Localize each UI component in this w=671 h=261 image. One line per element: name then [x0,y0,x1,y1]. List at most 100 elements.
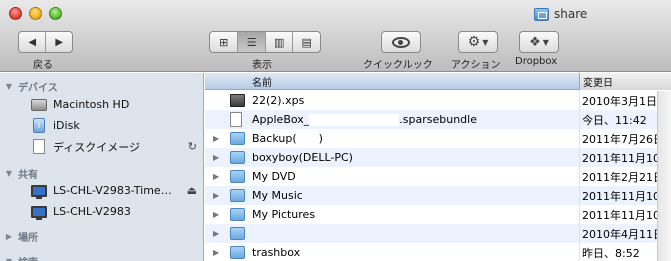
disclosure-closed-icon[interactable]: ▶ [213,172,223,181]
folder-icon [230,208,245,221]
disclosure-closed-icon[interactable]: ▶ [213,191,223,200]
sidebar-section-label: デバイス [18,82,58,94]
gear-icon: ⚙ [467,34,481,50]
chevron-down-icon: ▼ [542,37,549,47]
file-name: trashbox [252,246,301,259]
sidebar-section-shared[interactable]: ▼ 共有 [0,165,38,181]
sidebar-item-disk-image[interactable]: ディスクイメージ ↻ [0,136,203,157]
folder-icon [230,189,245,202]
sidebar-section-label: 検索 [18,254,38,261]
redacted-text [309,114,400,126]
sync-icon[interactable]: ↻ [188,140,197,153]
monitor-icon [31,183,47,199]
folder-icon [230,170,245,183]
sidebar-item-label: Macintosh HD [53,98,130,111]
disclosure-closed-icon[interactable]: ▶ [213,229,223,238]
file-date: 2010年4月11日 [582,227,664,241]
table-row[interactable]: ▶ 2010年4月11日 [205,224,671,243]
disk-image-icon [31,139,47,155]
disclosure-closed-icon[interactable]: ▶ [213,210,223,219]
table-row[interactable]: ▶ Backup() 2011年7月26日 [205,129,671,148]
disclosure-open-icon: ▼ [5,256,13,261]
document-icon [230,94,245,107]
back-arrow-icon: ◀ [28,36,37,48]
column-label: 変更日 [583,78,613,89]
coverflow-view-button[interactable]: ▤ [292,32,320,52]
table-row[interactable]: ▶ My DVD 2011年2月21日 [205,167,671,186]
columns-icon: ▥ [274,35,285,49]
forward-arrow-icon: ▶ [55,36,64,48]
idisk-icon: i [31,118,47,134]
disclosure-open-icon: ▼ [5,168,13,178]
file-name: AppleBox_ .sparsebundle [252,113,477,126]
view-mode-control: ⊞ ☰ ▥ ▤ [209,31,321,53]
folder-icon [230,227,245,240]
column-view-button[interactable]: ▥ [264,32,293,52]
table-row[interactable]: 22(2).xps 2010年3月1日 1 [205,91,671,110]
window-title-text: share [554,7,588,21]
back-button[interactable]: ◀ [19,32,45,52]
icon-view-button[interactable]: ⊞ [210,32,237,52]
sidebar-item-idisk[interactable]: i iDisk [0,115,203,136]
forward-button[interactable]: ▶ [45,32,72,52]
folder-icon [230,132,245,145]
icon-grid-icon: ⊞ [219,35,229,49]
table-row[interactable]: AppleBox_ .sparsebundle 今日、11:42 [205,110,671,129]
table-row[interactable]: ▶ boxyboy(DELL-PC) 2011年11月10日 [205,148,671,167]
dropbox-button[interactable]: ❖ ▼ [519,31,559,53]
sidebar-item-label: LS-CHL-V2983 [53,205,131,218]
hard-drive-icon [31,97,47,113]
quicklook-label: クイックルック [363,60,433,71]
monitor-icon [31,204,47,220]
chevron-down-icon: ▼ [482,37,489,47]
disclosure-closed-icon[interactable]: ▶ [213,153,223,162]
sidebar-item-macintosh-hd[interactable]: Macintosh HD [0,94,203,115]
column-label: 名前 [252,78,272,89]
sidebar-section-search[interactable]: ▼ 検索 [0,253,38,261]
window-toolbar: share ◀ ▶ 戻る ⊞ ☰ ▥ ▤ 表示 クイックルック ⚙ ▼ アクション… [0,0,671,72]
sidebar-section-label: 場所 [18,232,38,244]
date-column-header[interactable]: 変更日 [579,73,671,90]
file-name: boxyboy(DELL-PC) [252,151,353,164]
sidebar-item-label: LS-CHL-V2983-Time… [53,184,172,197]
file-date: 2011年2月21日 [582,170,664,184]
action-button[interactable]: ⚙ ▼ [458,31,498,53]
column-header: 名前 変更日 [205,73,671,90]
sidebar-item-ls-chl-v2983-time[interactable]: LS-CHL-V2983-Time… ⏏ [0,180,203,201]
file-name: My DVD [252,170,296,183]
disclosure-closed-icon[interactable]: ▶ [213,248,223,257]
close-window-button[interactable] [9,7,22,20]
disclosure-closed-icon[interactable]: ▶ [213,134,223,143]
file-name: Backup() [252,132,323,145]
sidebar-section-label: 共有 [18,169,38,181]
file-name: My Pictures [252,208,316,221]
sidebar-item-label: ディスクイメージ [53,140,141,154]
name-column-header[interactable]: 名前 [205,73,579,90]
file-date: 昨日、8:52 [582,246,640,260]
eject-icon[interactable]: ⏏ [187,184,197,197]
sidebar-item-ls-chl-v2983[interactable]: LS-CHL-V2983 [0,201,203,222]
table-row[interactable]: ▶ My Music 2011年11月10日 [205,186,671,205]
file-name: 22(2).xps [252,94,305,107]
coverflow-icon: ▤ [301,35,312,49]
sidebar-section-places[interactable]: ▶ 場所 [0,228,38,244]
table-row[interactable]: ▶ My Pictures 2011年11月10日 [205,205,671,224]
eye-icon [392,36,410,48]
action-label: アクション [451,60,501,71]
file-date: 2010年3月1日 1 [582,94,668,108]
folder-icon [230,151,245,164]
vertical-scrollbar[interactable] [657,91,671,261]
folder-icon [534,7,549,21]
zoom-window-button[interactable] [49,7,62,20]
list-icon: ☰ [246,35,257,49]
folder-icon [230,246,245,259]
minimize-window-button[interactable] [29,7,42,20]
list-view-button[interactable]: ☰ [237,32,265,52]
disclosure-closed-icon: ▶ [5,231,13,241]
back-label: 戻る [33,60,53,71]
sidebar-section-devices[interactable]: ▼ デバイス [0,78,58,94]
dropbox-icon: ❖ [529,34,541,50]
quicklook-button[interactable] [381,31,421,53]
table-row[interactable]: ▶ trashbox 昨日、8:52 [205,243,671,261]
file-name: My Music [252,189,303,202]
